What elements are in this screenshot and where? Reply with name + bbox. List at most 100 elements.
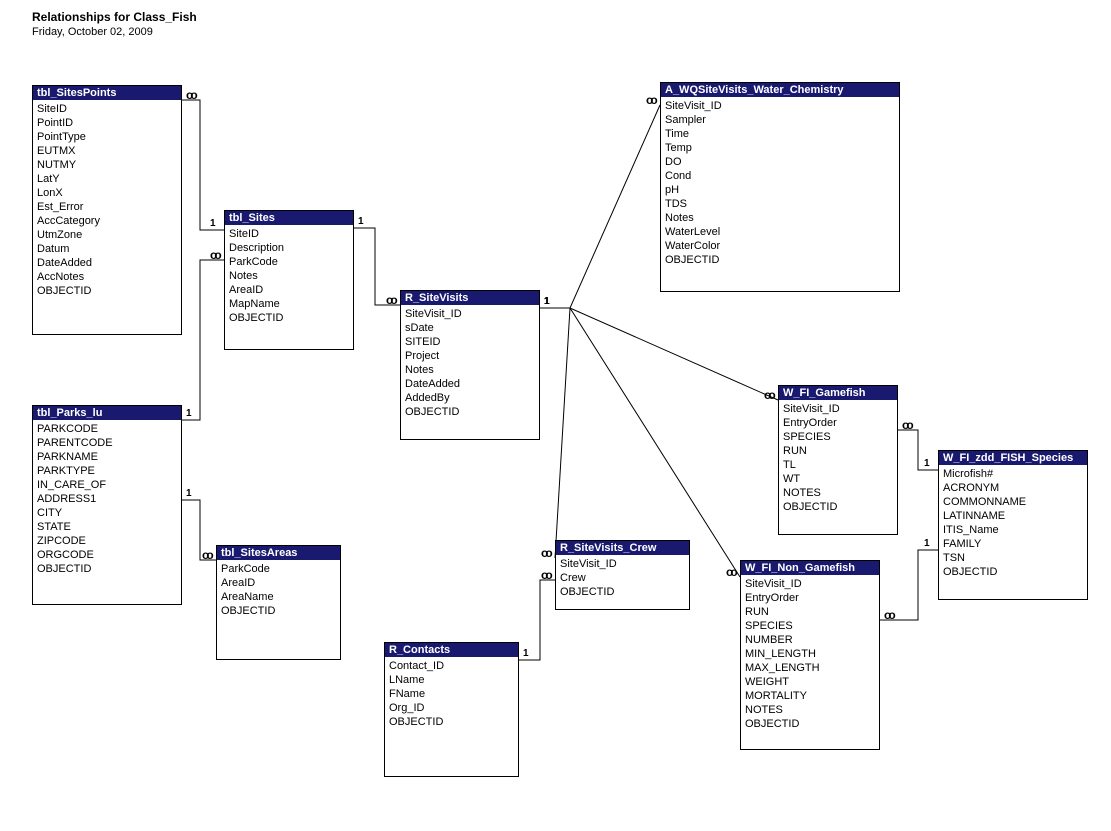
table-R_SiteVisits[interactable]: R_SiteVisitsSiteVisit_IDsDateSITEIDProje…: [400, 290, 540, 440]
field[interactable]: OBJECTID: [33, 562, 181, 576]
table-header[interactable]: W_FI_Non_Gamefish: [741, 561, 879, 575]
field[interactable]: SiteVisit_ID: [401, 307, 539, 321]
field[interactable]: Sampler: [661, 113, 899, 127]
field[interactable]: WaterLevel: [661, 225, 899, 239]
field[interactable]: OBJECTID: [217, 604, 340, 618]
field[interactable]: LatY: [33, 172, 181, 186]
field[interactable]: AddedBy: [401, 391, 539, 405]
table-header[interactable]: W_FI_zdd_FISH_Species: [939, 451, 1087, 465]
field[interactable]: NOTES: [779, 486, 897, 500]
field[interactable]: WT: [779, 472, 897, 486]
table-header[interactable]: R_Contacts: [385, 643, 518, 657]
field[interactable]: Notes: [225, 269, 353, 283]
field[interactable]: CITY: [33, 506, 181, 520]
field[interactable]: Org_ID: [385, 701, 518, 715]
field[interactable]: FAMILY: [939, 537, 1087, 551]
field[interactable]: OBJECTID: [779, 500, 897, 514]
field[interactable]: Crew: [556, 571, 689, 585]
field[interactable]: PointID: [33, 116, 181, 130]
field[interactable]: WaterColor: [661, 239, 899, 253]
field[interactable]: DO: [661, 155, 899, 169]
table-R_Contacts[interactable]: R_Contacts Contact_IDLNameFNameOrg_IDOBJE…: [384, 642, 519, 777]
field[interactable]: NOTES: [741, 703, 879, 717]
field[interactable]: AreaName: [217, 590, 340, 604]
field[interactable]: UtmZone: [33, 228, 181, 242]
field[interactable]: NUTMY: [33, 158, 181, 172]
table-tbl_SitesPoints[interactable]: tbl_SitesPointsSiteIDPointIDPointTypeEUT…: [32, 85, 182, 335]
table-header[interactable]: tbl_SitesPoints: [33, 86, 181, 100]
field[interactable]: ADDRESS1: [33, 492, 181, 506]
field[interactable]: SiteID: [225, 227, 353, 241]
field[interactable]: DateAdded: [33, 256, 181, 270]
field[interactable]: TDS: [661, 197, 899, 211]
field[interactable]: Temp: [661, 141, 899, 155]
field[interactable]: pH: [661, 183, 899, 197]
field[interactable]: OBJECTID: [401, 405, 539, 419]
field[interactable]: MIN_LENGTH: [741, 647, 879, 661]
field[interactable]: AccCategory: [33, 214, 181, 228]
field[interactable]: TL: [779, 458, 897, 472]
field[interactable]: PARENTCODE: [33, 436, 181, 450]
table-header[interactable]: tbl_Sites: [225, 211, 353, 225]
field[interactable]: ACRONYM: [939, 481, 1087, 495]
field[interactable]: ZIPCODE: [33, 534, 181, 548]
field[interactable]: PARKCODE: [33, 422, 181, 436]
field[interactable]: LonX: [33, 186, 181, 200]
field[interactable]: ParkCode: [217, 562, 340, 576]
table-R_SiteVisits_Crew[interactable]: R_SiteVisits_Crew SiteVisit_IDCrewOBJECTI…: [555, 540, 690, 610]
table-header[interactable]: A_WQSiteVisits_Water_Chemistry: [661, 83, 899, 97]
field[interactable]: PARKNAME: [33, 450, 181, 464]
field[interactable]: ParkCode: [225, 255, 353, 269]
table-tbl_SitesAreas[interactable]: tbl_SitesAreasParkCodeAreaIDAreaNameOBJE…: [216, 545, 341, 660]
field[interactable]: OBJECTID: [556, 585, 689, 599]
field[interactable]: OBJECTID: [33, 284, 181, 298]
field[interactable]: sDate: [401, 321, 539, 335]
field[interactable]: NUMBER: [741, 633, 879, 647]
field[interactable]: Contact_ID: [385, 659, 518, 673]
field[interactable]: AreaID: [217, 576, 340, 590]
table-header[interactable]: R_SiteVisits_Crew: [556, 541, 689, 555]
field[interactable]: SiteVisit_ID: [661, 99, 899, 113]
field[interactable]: COMMONNAME: [939, 495, 1087, 509]
field[interactable]: OBJECTID: [741, 717, 879, 731]
field[interactable]: AreaID: [225, 283, 353, 297]
field[interactable]: SiteID: [33, 102, 181, 116]
field[interactable]: PARKTYPE: [33, 464, 181, 478]
field[interactable]: DateAdded: [401, 377, 539, 391]
table-A_WQSiteVisits_Water_Chemistry[interactable]: A_WQSiteVisits_Water_Chemistry SiteVisit_…: [660, 82, 900, 292]
field[interactable]: Notes: [401, 363, 539, 377]
field[interactable]: SPECIES: [779, 430, 897, 444]
table-header[interactable]: tbl_Parks_lu: [33, 406, 181, 420]
field[interactable]: SiteVisit_ID: [741, 577, 879, 591]
field[interactable]: Est_Error: [33, 200, 181, 214]
field[interactable]: TSN: [939, 551, 1087, 565]
table-W_FI_Non_Gamefish[interactable]: W_FI_Non_GamefishSiteVisit_IDEntryOrderR…: [740, 560, 880, 750]
field[interactable]: SiteVisit_ID: [556, 557, 689, 571]
field[interactable]: EntryOrder: [779, 416, 897, 430]
field[interactable]: Notes: [661, 211, 899, 225]
field[interactable]: RUN: [779, 444, 897, 458]
field[interactable]: AccNotes: [33, 270, 181, 284]
table-header[interactable]: W_FI_Gamefish: [779, 386, 897, 400]
field[interactable]: RUN: [741, 605, 879, 619]
field[interactable]: ITIS_Name: [939, 523, 1087, 537]
table-header[interactable]: R_SiteVisits: [401, 291, 539, 305]
field[interactable]: OBJECTID: [385, 715, 518, 729]
field[interactable]: MORTALITY: [741, 689, 879, 703]
field[interactable]: Time: [661, 127, 899, 141]
field[interactable]: SPECIES: [741, 619, 879, 633]
field[interactable]: OBJECTID: [939, 565, 1087, 579]
field[interactable]: EUTMX: [33, 144, 181, 158]
field[interactable]: MapName: [225, 297, 353, 311]
field[interactable]: IN_CARE_OF: [33, 478, 181, 492]
field[interactable]: LName: [385, 673, 518, 687]
field[interactable]: Description: [225, 241, 353, 255]
table-tbl_Parks_lu[interactable]: tbl_Parks_lu PARKCODEPARENTCODEPARKNAMEPA…: [32, 405, 182, 605]
field[interactable]: OBJECTID: [661, 253, 899, 267]
field[interactable]: Datum: [33, 242, 181, 256]
table-W_FI_zdd_FISH_Species[interactable]: W_FI_zdd_FISH_SpeciesMicrofish#ACRONYMCO…: [938, 450, 1088, 600]
table-tbl_Sites[interactable]: tbl_Sites SiteIDDescriptionParkCodeNotesA…: [224, 210, 354, 350]
field[interactable]: WEIGHT: [741, 675, 879, 689]
field[interactable]: SITEID: [401, 335, 539, 349]
field[interactable]: FName: [385, 687, 518, 701]
